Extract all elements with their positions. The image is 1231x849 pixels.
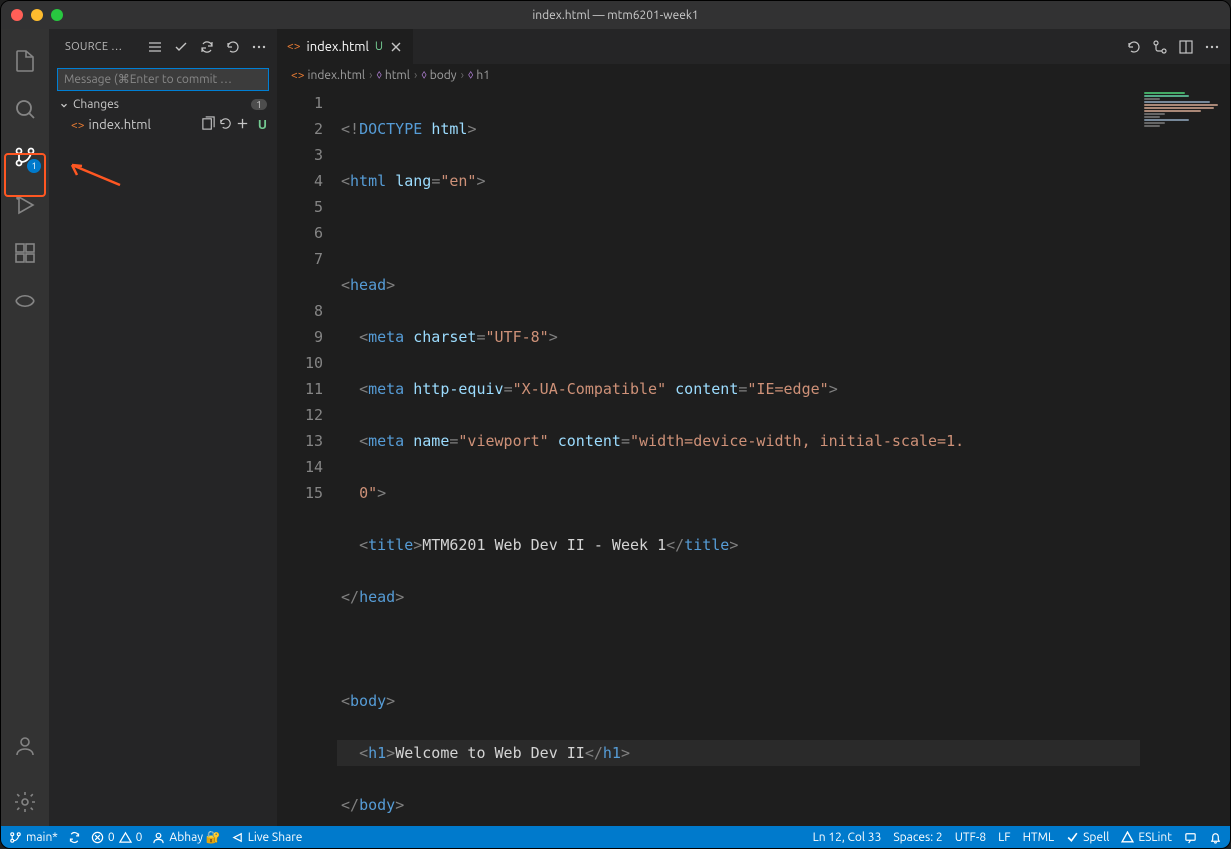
maximize-window-button[interactable] — [51, 9, 63, 21]
scm-badge: 1 — [27, 159, 41, 173]
chevron-right-icon: › — [459, 69, 466, 82]
search-icon[interactable] — [1, 85, 49, 133]
changes-count: 1 — [251, 99, 267, 110]
editor-actions — [1116, 29, 1230, 64]
undo-icon[interactable] — [223, 37, 243, 57]
settings-icon[interactable] — [1, 778, 49, 826]
traffic-lights — [11, 9, 63, 21]
cursor-position[interactable]: Ln 12, Col 33 — [813, 831, 882, 844]
discard-icon[interactable] — [218, 116, 233, 134]
commit-check-icon[interactable] — [171, 37, 191, 57]
debug-icon[interactable] — [1, 181, 49, 229]
bell-icon[interactable] — [1209, 831, 1222, 844]
changes-label: Changes — [73, 98, 119, 111]
breadcrumb-h1[interactable]: ⬨h1 — [468, 68, 490, 82]
activity-bar: 1 — [1, 29, 49, 826]
live-share-item[interactable]: Live Share — [231, 831, 303, 844]
tab-bar: <> index.html U — [277, 29, 1230, 64]
compare-action-icon[interactable] — [1152, 39, 1168, 55]
source-control-icon[interactable]: 1 — [1, 133, 49, 181]
more-actions-icon[interactable] — [1204, 39, 1220, 55]
commit-message-box — [57, 68, 269, 91]
sync-item[interactable] — [68, 831, 81, 844]
file-status: U — [254, 118, 271, 132]
spell-item[interactable]: Spell — [1066, 831, 1109, 844]
remote-icon[interactable] — [1, 277, 49, 325]
branch-item[interactable]: main* — [9, 831, 58, 844]
code-editor[interactable]: 1234567 89101112131415 <!DOCTYPE html> <… — [277, 86, 1230, 826]
file-name: index.html — [89, 118, 197, 132]
user-item[interactable]: Abhay 🔐 — [152, 830, 220, 844]
chevron-right-icon: › — [367, 69, 374, 82]
sidebar-header: SOURCE … — [49, 29, 277, 64]
close-tab-icon[interactable] — [389, 40, 403, 54]
window-title: index.html — mtm6201-week1 — [532, 9, 698, 22]
split-editor-icon[interactable] — [1178, 39, 1194, 55]
symbol-icon: ⬨ — [376, 68, 381, 82]
close-window-button[interactable] — [11, 9, 23, 21]
symbol-icon: ⬨ — [468, 68, 473, 82]
tab-label: index.html — [307, 40, 369, 54]
encoding-item[interactable]: UTF-8 — [955, 831, 986, 844]
more-icon[interactable] — [249, 37, 269, 57]
changed-file-row[interactable]: <> index.html U — [49, 114, 277, 136]
language-item[interactable]: HTML — [1023, 831, 1055, 844]
spaces-item[interactable]: Spaces: 2 — [893, 831, 942, 844]
editor-tab[interactable]: <> index.html U — [277, 29, 414, 64]
tab-status: U — [375, 40, 383, 53]
code-content[interactable]: <!DOCTYPE html> <html lang="en"> <head> … — [337, 86, 1140, 826]
sidebar: SOURCE … Changes 1 <> index.html — [49, 29, 277, 826]
explorer-icon[interactable] — [1, 37, 49, 85]
status-bar: main* 0 0 Abhay 🔐 Live Share Ln 12, Col … — [1, 826, 1230, 848]
changes-section[interactable]: Changes 1 — [49, 95, 277, 114]
vscode-window: index.html — mtm6201-week1 1 — [0, 0, 1231, 849]
accounts-icon[interactable] — [1, 722, 49, 770]
undo-action-icon[interactable] — [1126, 39, 1142, 55]
eslint-item[interactable]: ESLint — [1121, 831, 1172, 844]
view-as-tree-icon[interactable] — [145, 37, 165, 57]
breadcrumb-file[interactable]: <>index.html — [291, 69, 365, 82]
html-file-icon: <> — [291, 69, 305, 82]
eol-item[interactable]: LF — [998, 831, 1010, 844]
problems-item[interactable]: 0 0 — [91, 831, 143, 844]
stage-icon[interactable] — [235, 116, 250, 134]
breadcrumb-body[interactable]: ⬨body — [421, 68, 456, 82]
open-file-icon[interactable] — [201, 116, 216, 134]
editor-area: <> index.html U <>index.html › ⬨html › ⬨… — [277, 29, 1230, 826]
html-file-icon: <> — [71, 119, 85, 132]
breadcrumbs: <>index.html › ⬨html › ⬨body › ⬨h1 — [277, 64, 1230, 86]
feedback-icon[interactable] — [1184, 831, 1197, 844]
refresh-icon[interactable] — [197, 37, 217, 57]
symbol-icon: ⬨ — [421, 68, 426, 82]
commit-input[interactable] — [57, 68, 269, 91]
chevron-right-icon: › — [412, 69, 419, 82]
extensions-icon[interactable] — [1, 229, 49, 277]
breadcrumb-html[interactable]: ⬨html — [376, 68, 409, 82]
line-numbers: 1234567 89101112131415 — [277, 86, 337, 826]
minimap[interactable] — [1140, 86, 1230, 826]
titlebar: index.html — mtm6201-week1 — [1, 1, 1230, 29]
sidebar-title: SOURCE … — [65, 41, 139, 53]
html-file-icon: <> — [287, 40, 301, 53]
minimize-window-button[interactable] — [31, 9, 43, 21]
